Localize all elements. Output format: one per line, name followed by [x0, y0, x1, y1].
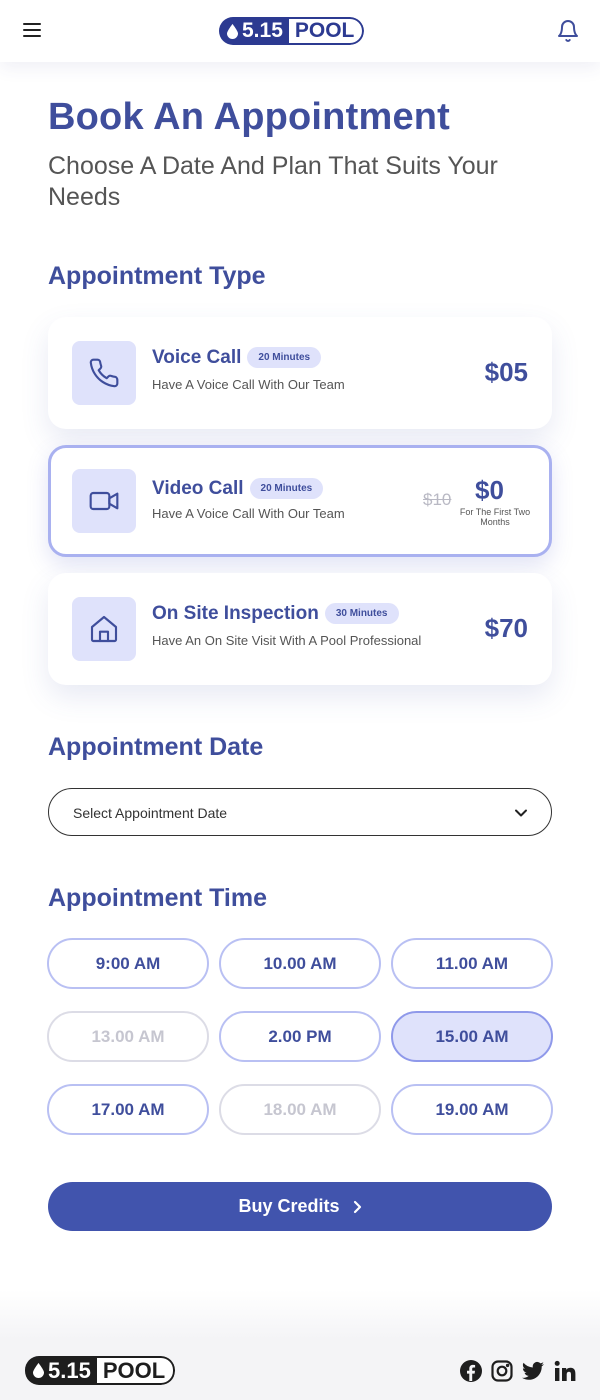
time-slot-selected[interactable]: 15.00 AM: [391, 1011, 553, 1062]
option-price: $05: [484, 357, 528, 387]
water-drop-icon: [33, 1363, 44, 1378]
duration-badge: 20 Minutes: [249, 478, 324, 499]
logo-number-text: 5.15: [242, 19, 283, 42]
time-slot[interactable]: 11.00 AM: [391, 938, 553, 989]
app-header: 5.15 POOL: [0, 0, 600, 62]
instagram-icon[interactable]: [490, 1359, 514, 1383]
linkedin-icon[interactable]: [553, 1359, 577, 1383]
logo-number: 5.15: [219, 17, 289, 45]
brand-logo[interactable]: 5.15 POOL: [219, 17, 365, 45]
option-old-price: $10: [423, 490, 452, 509]
time-slot[interactable]: 10.00 AM: [219, 938, 381, 989]
page-title: Book An Appointment: [48, 96, 451, 138]
voice-call-option[interactable]: Voice Call 20 Minutes Have A Voice Call W…: [48, 317, 552, 429]
time-slot[interactable]: 2.00 PM: [219, 1011, 381, 1062]
price-note: For The First Two Months: [459, 507, 531, 527]
option-price: $70: [484, 613, 528, 643]
water-drop-icon: [227, 23, 238, 39]
logo-number: 5.15: [25, 1356, 97, 1385]
twitter-icon[interactable]: [521, 1359, 545, 1383]
chevron-right-icon: [353, 1200, 361, 1213]
appointment-time-title: Appointment Time: [48, 884, 267, 912]
time-slot[interactable]: 17.00 AM: [47, 1084, 209, 1135]
hamburger-menu-icon[interactable]: [23, 23, 41, 39]
footer-logo[interactable]: 5.15 POOL: [25, 1356, 176, 1385]
appointment-date-title: Appointment Date: [48, 733, 264, 761]
option-description: Have An On Site Visit With A Pool Profes…: [152, 633, 422, 648]
phone-icon: [72, 341, 136, 405]
chevron-down-icon: [515, 809, 527, 817]
duration-badge: 20 Minutes: [247, 347, 322, 368]
appointment-date-select[interactable]: Select Appointment Date: [48, 788, 552, 836]
date-select-placeholder: Select Appointment Date: [73, 805, 228, 821]
option-description: Have A Voice Call With Our Team: [152, 377, 345, 392]
video-call-option[interactable]: Video Call 20 Minutes Have A Voice Call W…: [48, 445, 552, 557]
appointment-type-title: Appointment Type: [48, 262, 266, 290]
video-camera-icon: [72, 469, 136, 533]
facebook-icon[interactable]: [459, 1359, 483, 1383]
buy-credits-button[interactable]: Buy Credits: [48, 1182, 552, 1231]
option-description: Have A Voice Call With Our Team: [152, 506, 345, 521]
on-site-inspection-option[interactable]: On Site Inspection 30 Minutes Have An On …: [48, 573, 552, 685]
buy-credits-label: Buy Credits: [238, 1196, 340, 1216]
option-price: $0: [475, 475, 504, 505]
footer-fade: [0, 1290, 600, 1340]
home-icon: [72, 597, 136, 661]
bell-icon[interactable]: [556, 18, 580, 44]
time-slot-disabled: 13.00 AM: [47, 1011, 209, 1062]
logo-word: POOL: [96, 1356, 176, 1385]
page-subtitle: Choose A Date And Plan That Suits Your N…: [48, 152, 498, 211]
time-slot[interactable]: 19.00 AM: [391, 1084, 553, 1135]
option-title: On Site Inspection 30 Minutes: [152, 603, 399, 625]
time-slot[interactable]: 9:00 AM: [47, 938, 209, 989]
option-title: Voice Call 20 Minutes: [152, 347, 322, 369]
option-title: Video Call 20 Minutes: [152, 478, 324, 500]
duration-badge: 30 Minutes: [324, 603, 399, 624]
logo-number-text: 5.15: [48, 1357, 91, 1383]
time-slot-disabled: 18.00 AM: [219, 1084, 381, 1135]
logo-word: POOL: [288, 17, 365, 45]
